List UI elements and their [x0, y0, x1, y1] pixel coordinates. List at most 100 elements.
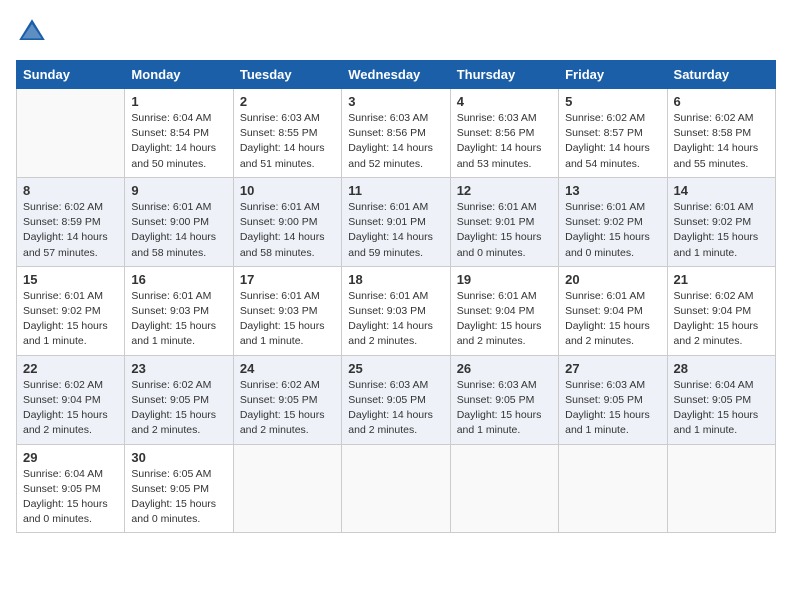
day-info: Sunrise: 6:02 AMSunset: 9:05 PMDaylight:…: [131, 378, 226, 439]
calendar-cell: [559, 444, 667, 533]
calendar-cell: 9 Sunrise: 6:01 AMSunset: 9:00 PMDaylight…: [125, 177, 233, 266]
day-info: Sunrise: 6:04 AMSunset: 9:05 PMDaylight:…: [674, 378, 769, 439]
day-info: Sunrise: 6:01 AMSunset: 9:02 PMDaylight:…: [565, 200, 660, 261]
calendar-cell: 3 Sunrise: 6:03 AMSunset: 8:56 PMDaylight…: [342, 89, 450, 178]
day-header: Saturday: [667, 61, 775, 89]
day-number: 29: [23, 450, 118, 465]
day-info: Sunrise: 6:02 AMSunset: 9:05 PMDaylight:…: [240, 378, 335, 439]
calendar-week-row: 29 Sunrise: 6:04 AMSunset: 9:05 PMDayligh…: [17, 444, 776, 533]
day-number: 6: [674, 94, 769, 109]
day-number: 24: [240, 361, 335, 376]
calendar-cell: 18 Sunrise: 6:01 AMSunset: 9:03 PMDayligh…: [342, 266, 450, 355]
day-header: Friday: [559, 61, 667, 89]
day-info: Sunrise: 6:01 AMSunset: 9:04 PMDaylight:…: [565, 289, 660, 350]
day-number: 25: [348, 361, 443, 376]
day-info: Sunrise: 6:04 AMSunset: 9:05 PMDaylight:…: [23, 467, 118, 528]
calendar-cell: 6 Sunrise: 6:02 AMSunset: 8:58 PMDaylight…: [667, 89, 775, 178]
day-info: Sunrise: 6:01 AMSunset: 9:03 PMDaylight:…: [131, 289, 226, 350]
day-number: 3: [348, 94, 443, 109]
day-number: 5: [565, 94, 660, 109]
calendar-cell: 17Sunrise: 6:01 AMSunset: 9:03 PMDayligh…: [233, 266, 341, 355]
calendar-cell: 28 Sunrise: 6:04 AMSunset: 9:05 PMDayligh…: [667, 355, 775, 444]
day-info: Sunrise: 6:02 AMSunset: 8:58 PMDaylight:…: [674, 111, 769, 172]
calendar-table: SundayMondayTuesdayWednesdayThursdayFrid…: [16, 60, 776, 533]
day-info: Sunrise: 6:01 AMSunset: 9:01 PMDaylight:…: [457, 200, 552, 261]
calendar-cell: 27Sunrise: 6:03 AMSunset: 9:05 PMDayligh…: [559, 355, 667, 444]
day-number: 9: [131, 183, 226, 198]
logo: [16, 16, 52, 48]
calendar-cell: 26 Sunrise: 6:03 AMSunset: 9:05 PMDayligh…: [450, 355, 558, 444]
day-number: 1: [131, 94, 226, 109]
calendar-cell: [450, 444, 558, 533]
calendar-cell: 19 Sunrise: 6:01 AMSunset: 9:04 PMDayligh…: [450, 266, 558, 355]
calendar-cell: 10 Sunrise: 6:01 AMSunset: 9:00 PMDayligh…: [233, 177, 341, 266]
day-number: 10: [240, 183, 335, 198]
day-info: Sunrise: 6:03 AMSunset: 8:56 PMDaylight:…: [348, 111, 443, 172]
day-number: 19: [457, 272, 552, 287]
day-info: Sunrise: 6:03 AMSunset: 9:05 PMDaylight:…: [348, 378, 443, 439]
calendar-cell: [342, 444, 450, 533]
calendar-cell: 2 Sunrise: 6:03 AMSunset: 8:55 PMDaylight…: [233, 89, 341, 178]
calendar-cell: 22 Sunrise: 6:02 AMSunset: 9:04 PMDayligh…: [17, 355, 125, 444]
day-info: Sunrise: 6:01 AMSunset: 9:02 PMDaylight:…: [674, 200, 769, 261]
day-number: 14: [674, 183, 769, 198]
calendar-cell: 13 Sunrise: 6:01 AMSunset: 9:02 PMDayligh…: [559, 177, 667, 266]
calendar-cell: [667, 444, 775, 533]
calendar-cell: 29 Sunrise: 6:04 AMSunset: 9:05 PMDayligh…: [17, 444, 125, 533]
day-number: 21: [674, 272, 769, 287]
day-info: Sunrise: 6:02 AMSunset: 8:57 PMDaylight:…: [565, 111, 660, 172]
day-header: Wednesday: [342, 61, 450, 89]
day-info: Sunrise: 6:01 AMSunset: 9:01 PMDaylight:…: [348, 200, 443, 261]
day-info: Sunrise: 6:03 AMSunset: 8:55 PMDaylight:…: [240, 111, 335, 172]
day-header: Sunday: [17, 61, 125, 89]
day-number: 30: [131, 450, 226, 465]
calendar-header-row: SundayMondayTuesdayWednesdayThursdayFrid…: [17, 61, 776, 89]
day-info: Sunrise: 6:01 AMSunset: 9:00 PMDaylight:…: [240, 200, 335, 261]
calendar-cell: 20 Sunrise: 6:01 AMSunset: 9:04 PMDayligh…: [559, 266, 667, 355]
calendar-cell: [233, 444, 341, 533]
day-info: Sunrise: 6:05 AMSunset: 9:05 PMDaylight:…: [131, 467, 226, 528]
day-info: Sunrise: 6:01 AMSunset: 9:00 PMDaylight:…: [131, 200, 226, 261]
day-info: Sunrise: 6:01 AMSunset: 9:02 PMDaylight:…: [23, 289, 118, 350]
day-info: Sunrise: 6:02 AMSunset: 9:04 PMDaylight:…: [23, 378, 118, 439]
calendar-cell: 30 Sunrise: 6:05 AMSunset: 9:05 PMDayligh…: [125, 444, 233, 533]
day-info: Sunrise: 6:03 AMSunset: 9:05 PMDaylight:…: [565, 378, 660, 439]
day-info: Sunrise: 6:03 AMSunset: 9:05 PMDaylight:…: [457, 378, 552, 439]
logo-icon: [16, 16, 48, 48]
page-header: [16, 16, 776, 48]
day-info: Sunrise: 6:01 AMSunset: 9:04 PMDaylight:…: [457, 289, 552, 350]
day-info: Sunrise: 6:01 AMSunset: 9:03 PMDaylight:…: [348, 289, 443, 350]
calendar-cell: 12 Sunrise: 6:01 AMSunset: 9:01 PMDayligh…: [450, 177, 558, 266]
day-number: 11: [348, 183, 443, 198]
day-number: 26: [457, 361, 552, 376]
day-number: 12: [457, 183, 552, 198]
day-number: 28: [674, 361, 769, 376]
day-header: Monday: [125, 61, 233, 89]
day-number: 20: [565, 272, 660, 287]
day-number: 13: [565, 183, 660, 198]
calendar-cell: 24 Sunrise: 6:02 AMSunset: 9:05 PMDayligh…: [233, 355, 341, 444]
calendar-week-row: 8Sunrise: 6:02 AMSunset: 8:59 PMDaylight…: [17, 177, 776, 266]
day-number: 18: [348, 272, 443, 287]
day-header: Tuesday: [233, 61, 341, 89]
day-number: 16: [131, 272, 226, 287]
day-number: 2: [240, 94, 335, 109]
calendar-cell: 23 Sunrise: 6:02 AMSunset: 9:05 PMDayligh…: [125, 355, 233, 444]
day-number: 8: [23, 183, 118, 198]
day-info: Sunrise: 6:02 AMSunset: 9:04 PMDaylight:…: [674, 289, 769, 350]
day-info: Sunrise: 6:04 AMSunset: 8:54 PMDaylight:…: [131, 111, 226, 172]
calendar-cell: 25 Sunrise: 6:03 AMSunset: 9:05 PMDayligh…: [342, 355, 450, 444]
calendar-cell: 21 Sunrise: 6:02 AMSunset: 9:04 PMDayligh…: [667, 266, 775, 355]
calendar-cell: 11 Sunrise: 6:01 AMSunset: 9:01 PMDayligh…: [342, 177, 450, 266]
calendar-week-row: 22 Sunrise: 6:02 AMSunset: 9:04 PMDayligh…: [17, 355, 776, 444]
calendar-cell: 16 Sunrise: 6:01 AMSunset: 9:03 PMDayligh…: [125, 266, 233, 355]
calendar-cell: 4 Sunrise: 6:03 AMSunset: 8:56 PMDaylight…: [450, 89, 558, 178]
day-header: Thursday: [450, 61, 558, 89]
day-info: Sunrise: 6:03 AMSunset: 8:56 PMDaylight:…: [457, 111, 552, 172]
calendar-cell: 14 Sunrise: 6:01 AMSunset: 9:02 PMDayligh…: [667, 177, 775, 266]
day-number: 17: [240, 272, 335, 287]
day-number: 22: [23, 361, 118, 376]
calendar-week-row: 1 Sunrise: 6:04 AMSunset: 8:54 PMDaylight…: [17, 89, 776, 178]
day-number: 23: [131, 361, 226, 376]
day-number: 4: [457, 94, 552, 109]
